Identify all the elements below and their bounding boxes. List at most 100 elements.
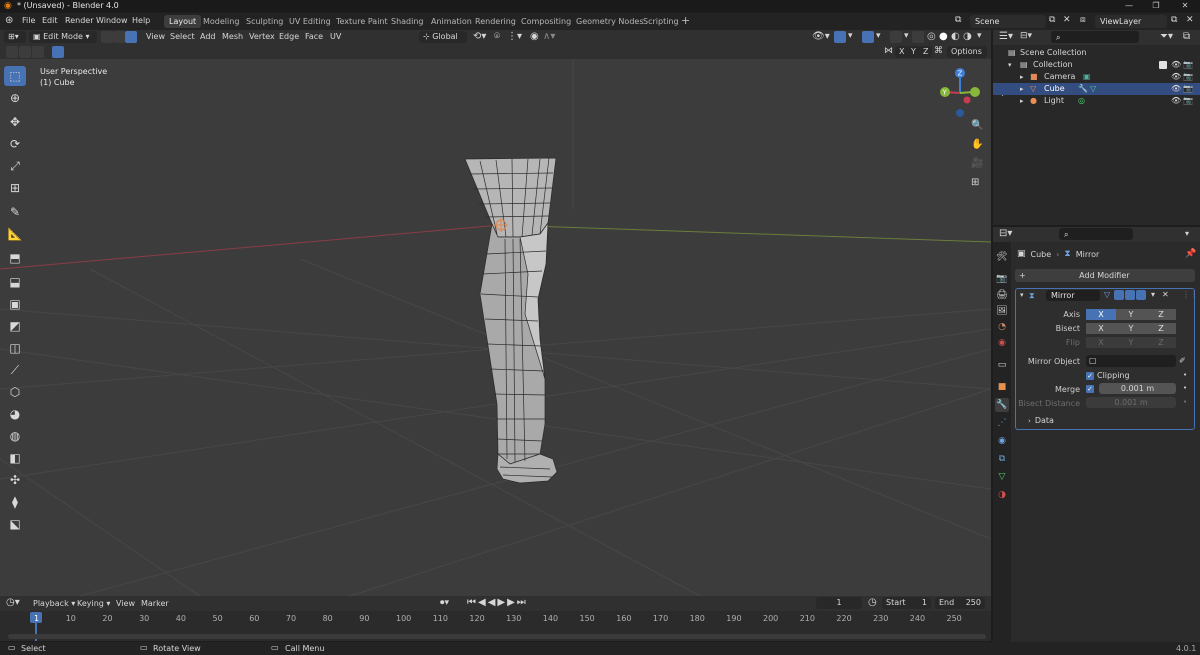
pan-hand-icon[interactable]: ✋ [971, 139, 983, 150]
frame-ruler[interactable]: 1 10 20 30 40 50 60 70 80 90 100 110 120 130 140 150 160… [0, 611, 991, 625]
snap-tool-icon[interactable]: ⌘ [934, 46, 943, 56]
modifier-name-field[interactable]: Mirror [1046, 290, 1100, 301]
data-subpanel-header[interactable]: › Data [1028, 416, 1054, 425]
add-modifier-button[interactable]: + Add Modifier [1015, 269, 1195, 282]
view-layer-icon[interactable]: ⧈ [1080, 15, 1086, 25]
add-workspace-button[interactable]: + [681, 14, 690, 27]
mirror-object-field[interactable]: ▢ [1086, 355, 1176, 367]
add-cube-icon[interactable]: ⬒ [4, 248, 26, 268]
eye-icon[interactable]: 👁 [1171, 95, 1181, 107]
face-select-icon[interactable] [125, 31, 137, 43]
flip-z-button[interactable]: Z [1146, 337, 1176, 348]
bisect-x-button[interactable]: X [1086, 323, 1116, 334]
new-view-layer-icon[interactable]: ⧉ [1171, 15, 1177, 25]
edit-mode-cage-icon[interactable]: ▽ [1104, 290, 1110, 299]
axis-z-toggle[interactable]: Z [919, 46, 933, 58]
select-mode-new-icon[interactable] [6, 46, 18, 58]
pivot-icon[interactable]: ⟲▾ [473, 31, 486, 42]
select-mode-extend-icon[interactable] [19, 46, 31, 58]
transform-icon[interactable]: ⊞ [4, 178, 26, 198]
menu-playback[interactable]: Playback ▾ [33, 599, 75, 608]
panel-collapse-icon[interactable]: ▾ [1020, 291, 1024, 299]
show-viewport-icon[interactable] [1125, 290, 1135, 300]
scene-tab-icon[interactable]: ◔ [995, 320, 1009, 334]
close-icon[interactable]: ✕ [1172, 0, 1198, 12]
cursor-icon[interactable]: ⊕ [4, 88, 26, 108]
delete-scene-icon[interactable]: ✕ [1063, 15, 1071, 25]
select-box-icon[interactable]: ⬚ [4, 66, 26, 86]
world-tab-icon[interactable]: ◉ [995, 336, 1009, 350]
constraints-tab-icon[interactable]: ⧉ [995, 452, 1009, 466]
transform-orientation-selector[interactable]: ⊹ Global ▾ [419, 31, 467, 53]
axis-z-button[interactable]: Z [1146, 309, 1176, 320]
merge-checkbox[interactable]: ✓ [1086, 385, 1094, 393]
camera-render-icon[interactable]: 📷 [1183, 95, 1193, 107]
menu-add[interactable]: Add [200, 32, 216, 41]
menu-file[interactable]: File [22, 16, 35, 25]
xray-toggle-icon[interactable] [912, 31, 924, 43]
collection-tab-icon[interactable]: ▭ [995, 358, 1009, 372]
outliner-row-collection[interactable]: ▾ ▤ Collection 👁 📷 [993, 59, 1200, 71]
outliner-row-cube[interactable]: ▸ ▽ Cube 🔧 ▽ 👁 📷 [993, 83, 1200, 95]
axis-y-button[interactable]: Y [1116, 309, 1146, 320]
scale-icon[interactable]: ⤢ [4, 156, 26, 176]
object-tab-icon[interactable]: ■ [995, 380, 1009, 394]
edge-select-icon[interactable] [113, 31, 125, 43]
loop-cut-icon[interactable]: ◫ [4, 338, 26, 358]
menu-edit[interactable]: Edit [42, 16, 58, 25]
overlay-toggle-icon[interactable] [862, 31, 874, 43]
mirror-options-icon[interactable]: ⋈ [884, 46, 893, 56]
shrink-fatten-icon[interactable]: ✣ [4, 470, 26, 490]
timeline-area[interactable]: 1 10 20 30 40 50 60 70 80 90 100 110 120 130 140 150 160… [0, 611, 991, 641]
proportional-edit-icon[interactable]: ◉ [530, 31, 539, 42]
mesh-overlay-dropdown-icon[interactable]: ▾ [904, 31, 909, 41]
outliner-row-scene-collection[interactable]: ▤ Scene Collection [993, 47, 1200, 59]
menu-view[interactable]: View [146, 32, 165, 41]
visibility-icon[interactable]: 👁▾ [812, 31, 830, 42]
ortho-grid-icon[interactable]: ⊞ [971, 177, 979, 188]
end-frame-field[interactable]: End 250 [935, 597, 985, 609]
current-frame-field[interactable]: 1 [816, 597, 862, 609]
extrude-icon[interactable]: ⬓ [4, 272, 26, 292]
poly-build-icon[interactable]: ⬡ [4, 382, 26, 402]
gizmo-toggle-icon[interactable] [834, 31, 846, 43]
menu-window[interactable]: Window [96, 16, 128, 25]
record-icon[interactable]: ⏺▾ [440, 598, 449, 608]
tab-scripting[interactable]: Scripting [638, 15, 684, 28]
shear-icon[interactable]: ⧫ [4, 492, 26, 512]
filter-icon[interactable]: ⏷▾ [1160, 31, 1173, 42]
tab-compositing[interactable]: Compositing [516, 15, 576, 28]
clipping-keyframe-icon[interactable]: • [1183, 371, 1187, 379]
tab-layout[interactable]: Layout [164, 15, 202, 28]
render-tab-icon[interactable]: 📷 [995, 272, 1009, 286]
clipping-checkbox-row[interactable]: ✓ Clipping [1086, 371, 1130, 380]
camera-render-icon[interactable]: 📷 [1183, 59, 1193, 71]
menu-uv[interactable]: UV [330, 32, 341, 41]
expand-icon[interactable]: ▸ [1020, 83, 1024, 95]
new-collection-icon[interactable]: ⧉ [1183, 31, 1190, 42]
annotate-icon[interactable]: ✎ [4, 202, 26, 222]
maximize-icon[interactable]: ❐ [1143, 0, 1169, 12]
flip-y-button[interactable]: Y [1116, 337, 1146, 348]
tab-shading[interactable]: Shading [386, 15, 429, 28]
exclude-checkbox[interactable] [1159, 61, 1167, 69]
mode-selector[interactable]: ▣ Edit Mode ▾ [29, 31, 97, 43]
mesh-overlay-icon[interactable] [890, 31, 902, 43]
menu-mesh[interactable]: Mesh [222, 32, 243, 41]
properties-editor-type-icon[interactable]: ⊟▾ [999, 228, 1012, 239]
zoom-icon[interactable]: 🔍 [971, 120, 983, 131]
data-tab-icon[interactable]: ▽ [995, 470, 1009, 484]
smooth-icon[interactable]: ◍ [4, 426, 26, 446]
tab-geometry-nodes[interactable]: Geometry Nodes [571, 15, 648, 28]
options-dropdown[interactable]: Options ▾ [947, 46, 987, 68]
3d-viewport[interactable]: User Perspective (1) Cube ⬚ ⊕ ✥ ⟳ ⤢ ⊞ ✎ … [0, 59, 991, 596]
move-icon[interactable]: ✥ [4, 112, 26, 132]
particles-tab-icon[interactable]: ⋰ [995, 416, 1009, 430]
select-mode-intersect-icon[interactable] [52, 46, 64, 58]
view-layer-selector[interactable]: ViewLayer [1095, 15, 1167, 28]
wireframe-shading-icon[interactable]: ◎ [927, 31, 936, 42]
tab-rendering[interactable]: Rendering [470, 15, 521, 28]
editor-type-icon[interactable]: ⊞▾ [4, 31, 26, 43]
bevel-icon[interactable]: ◩ [4, 316, 26, 336]
collapse-icon[interactable]: ▾ [1008, 59, 1012, 71]
